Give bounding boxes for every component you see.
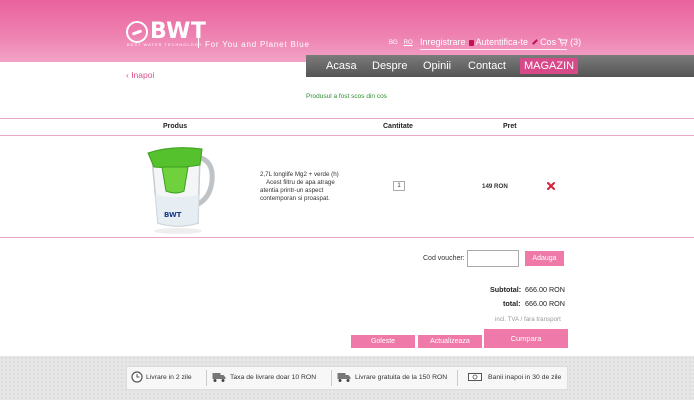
subtotal-label: Subtotal:: [490, 285, 522, 294]
update-cart-button[interactable]: Actualizeaza: [418, 335, 482, 348]
top-links-underline: [420, 49, 567, 50]
tax-note: incl. TVA / fara transport: [495, 316, 561, 323]
top-links: Inregistrare Autentifica-te Cos (3): [420, 37, 581, 47]
pencil-icon: [532, 39, 538, 45]
product-image-label: BWT: [164, 211, 182, 219]
brand-logo[interactable]: BWT: [126, 19, 206, 44]
voucher-input[interactable]: [467, 250, 519, 267]
language-switcher: BG RO: [389, 40, 419, 46]
login-link[interactable]: Autentifica-te: [476, 37, 529, 47]
truck-icon: [337, 373, 351, 382]
truck-icon: [212, 373, 226, 382]
voucher-label: Cod voucher:: [423, 255, 465, 262]
money-icon: [468, 373, 482, 381]
slogan: For You and Planet Blue: [205, 40, 310, 49]
brand-subtitle: BEST WATER TECHNOLOGY: [127, 42, 203, 47]
product-image[interactable]: BWT: [138, 143, 218, 235]
back-link[interactable]: ‹ Inapoi: [126, 70, 154, 80]
header-price: Pret: [503, 123, 517, 130]
nav-magazin[interactable]: MAGAZIN: [520, 58, 579, 74]
footer-item-money-back: Banii inapoi in 30 de zile: [488, 374, 562, 381]
footer-item-free-delivery: Livrare gratuita de la 150 RON: [355, 374, 448, 381]
table-top-divider: [0, 118, 694, 119]
brand-mark-icon: [126, 20, 148, 43]
empty-cart-button[interactable]: Goleste: [351, 335, 415, 348]
nav-despre[interactable]: Despre: [372, 60, 407, 72]
nav-opinii[interactable]: Opinii: [423, 60, 451, 72]
voucher-apply-button[interactable]: Adauga: [525, 251, 564, 266]
product-price: 149 RON: [482, 183, 508, 190]
cart-link[interactable]: Cos: [540, 37, 556, 47]
product-name[interactable]: 2,7L longlife Mg2 + verde (h): [260, 171, 339, 178]
total-label: total:: [503, 299, 521, 308]
product-desc-line3: atentia printr-un aspect: [260, 187, 324, 194]
register-link[interactable]: Inregistrare: [420, 37, 466, 47]
subtotal-value: 666.00 RON: [525, 285, 565, 294]
quantity-input[interactable]: 1: [393, 181, 405, 191]
cart-count[interactable]: (3): [570, 37, 581, 47]
product-desc-line2: Acest filtru de apa atrage: [266, 179, 335, 186]
product-desc-line4: contemporan si proaspat.: [260, 195, 330, 202]
cart-icon[interactable]: [558, 38, 568, 46]
header-product: Produs: [163, 123, 188, 130]
table-bottom-divider: [0, 237, 694, 238]
footer-separator: [331, 370, 332, 386]
footer-separator: [457, 370, 458, 386]
lang-ro[interactable]: RO: [404, 40, 413, 46]
footer-item-delivery-time: Livrare in 2 zile: [146, 374, 192, 381]
header-quantity: Cantitate: [383, 123, 413, 130]
remove-item-icon[interactable]: [546, 181, 556, 191]
header-divider: [198, 22, 199, 48]
status-message: Produsul a fost scos din cos: [306, 93, 387, 100]
main-nav: Acasa Despre Opinii Contact MAGAZIN: [306, 55, 694, 77]
table-header-divider: [0, 135, 694, 136]
header: [0, 0, 694, 62]
footer-item-delivery-fee: Taxa de livrare doar 10 RON: [230, 374, 317, 381]
lock-icon: [468, 40, 474, 46]
clock-icon: [131, 371, 143, 383]
lang-bg[interactable]: BG: [389, 40, 398, 46]
product-description: 2,7L longlife Mg2 + verde (h) Acest filt…: [260, 171, 370, 203]
nav-contact[interactable]: Contact: [468, 60, 506, 72]
buy-button[interactable]: Cumpara: [484, 329, 568, 348]
total-value: 666.00 RON: [525, 299, 565, 308]
nav-acasa[interactable]: Acasa: [326, 60, 357, 72]
footer-separator: [206, 370, 207, 386]
